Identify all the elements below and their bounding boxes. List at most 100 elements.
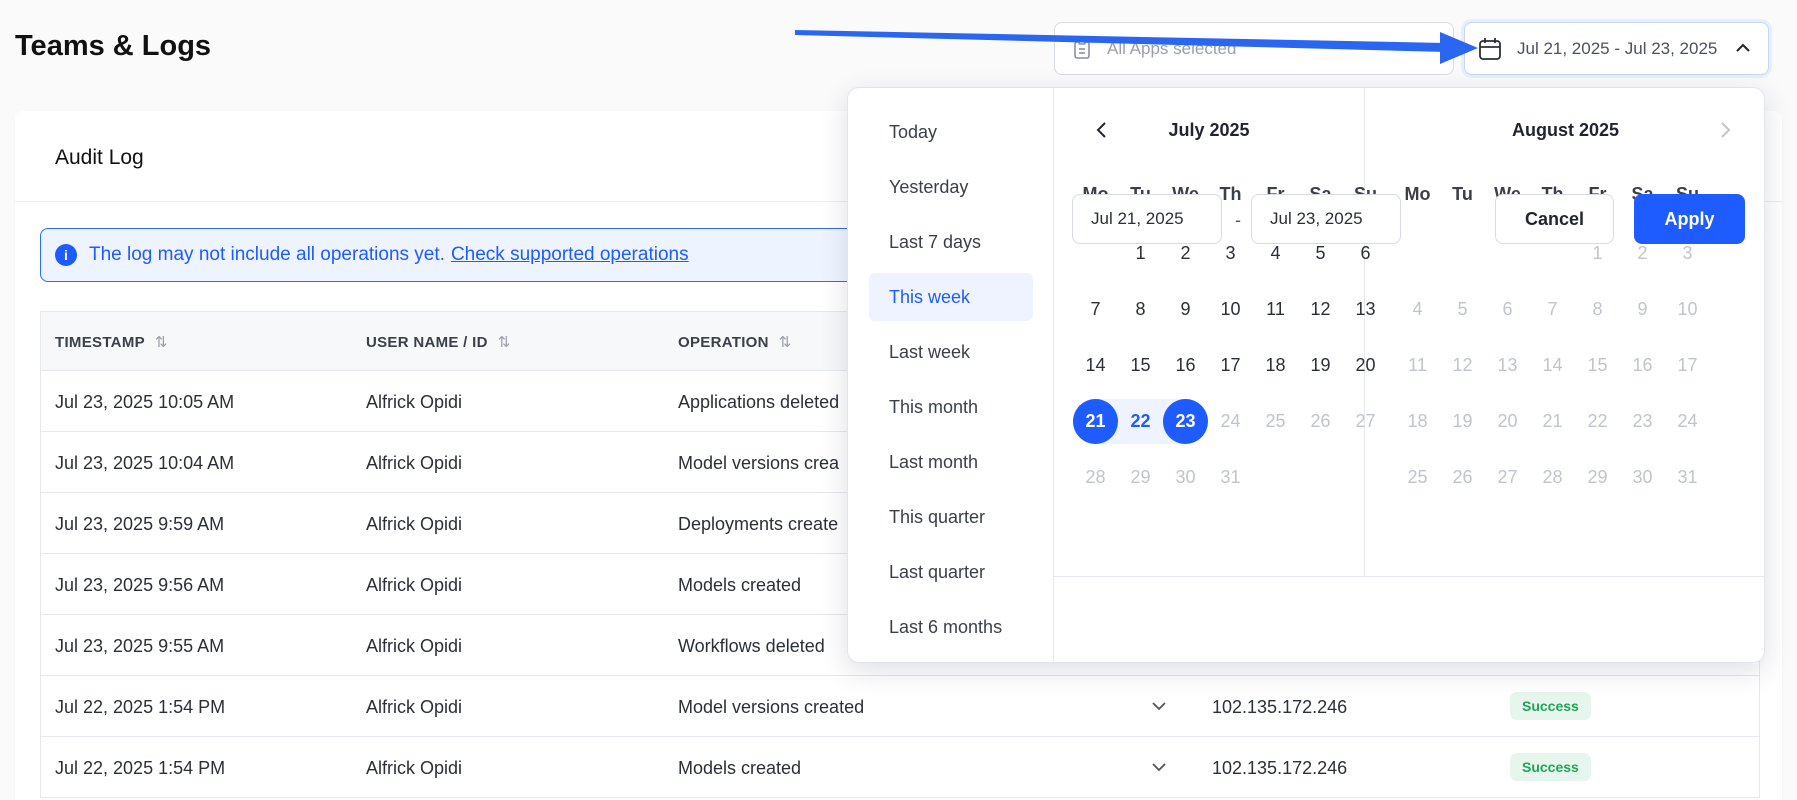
picker-footer bbox=[1054, 576, 1764, 662]
calendar-day[interactable]: 19 bbox=[1298, 343, 1343, 388]
calendar-day: 31 bbox=[1220, 467, 1241, 487]
chevron-down-icon[interactable] bbox=[1149, 696, 1169, 716]
operation-cell: Model versions created bbox=[678, 697, 865, 717]
calendar-day[interactable]: 15 bbox=[1118, 343, 1163, 388]
table-row[interactable]: Jul 22, 2025 1:54 PM Alfrick Opidi Models … bbox=[41, 737, 1759, 798]
calendar-day: 28 bbox=[1542, 467, 1563, 487]
sort-icon[interactable]: ⇅ bbox=[155, 333, 168, 351]
preset-this-week[interactable]: This week bbox=[869, 273, 1033, 321]
ip-cell: 102.135.172.246 bbox=[1212, 758, 1348, 778]
page-title: Teams & Logs bbox=[15, 30, 212, 62]
supported-operations-link[interactable]: Check supported operations bbox=[451, 244, 689, 266]
calendar-day: 28 bbox=[1085, 467, 1106, 487]
user-cell: Alfrick Opidi bbox=[366, 453, 463, 473]
calendar-day: 24 bbox=[1677, 411, 1698, 431]
calendar-day: 11 bbox=[1408, 355, 1427, 375]
calendar-day: 27 bbox=[1497, 467, 1518, 487]
status-badge: Success bbox=[1510, 753, 1591, 781]
preset-last-quarter[interactable]: Last quarter bbox=[869, 548, 1033, 596]
calendar-day[interactable]: 7 bbox=[1073, 287, 1118, 332]
weekday-label: Mo bbox=[1404, 184, 1431, 204]
table-row[interactable]: Jul 22, 2025 1:54 PM Alfrick Opidi Model v… bbox=[41, 676, 1759, 737]
status-badge: Success bbox=[1510, 692, 1591, 720]
calendar-day: 19 bbox=[1452, 411, 1473, 431]
calendar-day: 24 bbox=[1220, 411, 1241, 431]
column-label: TIMESTAMP bbox=[55, 333, 145, 351]
calendar-day[interactable]: 14 bbox=[1073, 343, 1118, 388]
banner-text: The log may not include all operations y… bbox=[89, 244, 445, 265]
calendar-day[interactable]: 11 bbox=[1253, 287, 1298, 332]
preset-last-week[interactable]: Last week bbox=[869, 328, 1033, 376]
calendar-day: 9 bbox=[1637, 299, 1648, 319]
end-date-input[interactable]: Jul 23, 2025 bbox=[1251, 194, 1401, 244]
calendar-day[interactable]: 21 bbox=[1073, 399, 1118, 444]
clipboard-icon bbox=[1071, 38, 1093, 60]
user-cell: Alfrick Opidi bbox=[366, 392, 463, 412]
calendar-day: 15 bbox=[1587, 355, 1608, 375]
calendar-day: 12 bbox=[1452, 355, 1473, 375]
calendar-day[interactable]: 10 bbox=[1208, 287, 1253, 332]
column-label: OPERATION bbox=[678, 333, 769, 351]
operation-cell: Applications deleted bbox=[678, 392, 840, 412]
calendar-day[interactable]: 12 bbox=[1298, 287, 1343, 332]
date-range-value: Jul 21, 2025 - Jul 23, 2025 bbox=[1517, 38, 1718, 58]
ip-cell: 102.135.172.246 bbox=[1212, 697, 1348, 717]
sort-icon[interactable]: ⇅ bbox=[498, 333, 511, 351]
date-range-trigger[interactable]: Jul 21, 2025 - Jul 23, 2025 bbox=[1464, 22, 1769, 75]
preset-this-quarter[interactable]: This quarter bbox=[869, 493, 1033, 541]
timestamp-cell: Jul 23, 2025 9:55 AM bbox=[55, 636, 225, 656]
chevron-down-icon[interactable] bbox=[1149, 757, 1169, 777]
preset-yesterday[interactable]: Yesterday bbox=[869, 163, 1033, 211]
calendar-icon bbox=[1479, 37, 1501, 60]
month-title: August 2025 bbox=[1511, 120, 1620, 140]
user-cell: Alfrick Opidi bbox=[366, 636, 463, 656]
preset-last-7-days[interactable]: Last 7 days bbox=[869, 218, 1033, 266]
timestamp-cell: Jul 23, 2025 10:05 AM bbox=[55, 392, 235, 412]
apply-button[interactable]: Apply bbox=[1634, 194, 1745, 244]
calendar-day[interactable]: 16 bbox=[1163, 343, 1208, 388]
preset-list: Today Yesterday Last 7 days This week Last w… bbox=[848, 88, 1054, 662]
calendar-day: 29 bbox=[1587, 467, 1608, 487]
calendar-day[interactable]: 23 bbox=[1163, 399, 1208, 444]
calendar-day: 17 bbox=[1677, 355, 1698, 375]
column-header-timestamp[interactable]: TIMESTAMP ⇅ bbox=[55, 333, 168, 352]
calendar-day: 25 bbox=[1265, 411, 1286, 431]
month-title: July 2025 bbox=[1168, 120, 1250, 140]
calendar-day: 13 bbox=[1497, 355, 1518, 375]
column-header-user[interactable]: USER NAME / ID ⇅ bbox=[366, 333, 511, 352]
preset-last-month[interactable]: Last month bbox=[869, 438, 1033, 486]
apps-filter-select[interactable]: All Apps selected bbox=[1054, 22, 1454, 75]
user-cell: Alfrick Opidi bbox=[366, 575, 463, 595]
sort-icon[interactable]: ⇅ bbox=[779, 333, 792, 351]
calendar-day[interactable]: 8 bbox=[1118, 287, 1163, 332]
operation-cell: Models created bbox=[678, 758, 802, 778]
apps-filter-value: All Apps selected bbox=[1107, 38, 1237, 58]
calendar-day: 29 bbox=[1130, 467, 1151, 487]
calendar-day: 26 bbox=[1452, 467, 1473, 487]
start-date-input[interactable]: Jul 21, 2025 bbox=[1072, 194, 1222, 244]
preset-last-6-months[interactable]: Last 6 months bbox=[869, 603, 1033, 651]
calendar-day[interactable]: 17 bbox=[1208, 343, 1253, 388]
calendar-day: 30 bbox=[1632, 467, 1653, 487]
calendar-day: 22 bbox=[1587, 411, 1608, 431]
calendar-day: 5 bbox=[1457, 299, 1468, 319]
calendar-day: 21 bbox=[1542, 411, 1563, 431]
preset-this-month[interactable]: This month bbox=[869, 383, 1033, 431]
preset-today[interactable]: Today bbox=[869, 108, 1033, 156]
calendar-day: 25 bbox=[1407, 467, 1428, 487]
timestamp-cell: Jul 23, 2025 9:59 AM bbox=[55, 514, 225, 534]
timestamp-cell: Jul 23, 2025 10:04 AM bbox=[55, 453, 235, 473]
calendar-day: 30 bbox=[1175, 467, 1196, 487]
user-cell: Alfrick Opidi bbox=[366, 514, 463, 534]
info-icon: i bbox=[55, 244, 77, 266]
calendar-day: 8 bbox=[1592, 299, 1603, 319]
column-header-operation[interactable]: OPERATION ⇅ bbox=[678, 333, 792, 352]
calendar-day[interactable]: 22 bbox=[1118, 399, 1163, 444]
timestamp-cell: Jul 22, 2025 1:54 PM bbox=[55, 758, 226, 778]
date-picker-dropdown: Today Yesterday Last 7 days This week Last w… bbox=[847, 87, 1765, 663]
calendar-day: 31 bbox=[1677, 467, 1698, 487]
calendar-day: 10 bbox=[1677, 299, 1698, 319]
calendar-day[interactable]: 9 bbox=[1163, 287, 1208, 332]
cancel-button[interactable]: Cancel bbox=[1495, 194, 1614, 244]
calendar-day[interactable]: 18 bbox=[1253, 343, 1298, 388]
